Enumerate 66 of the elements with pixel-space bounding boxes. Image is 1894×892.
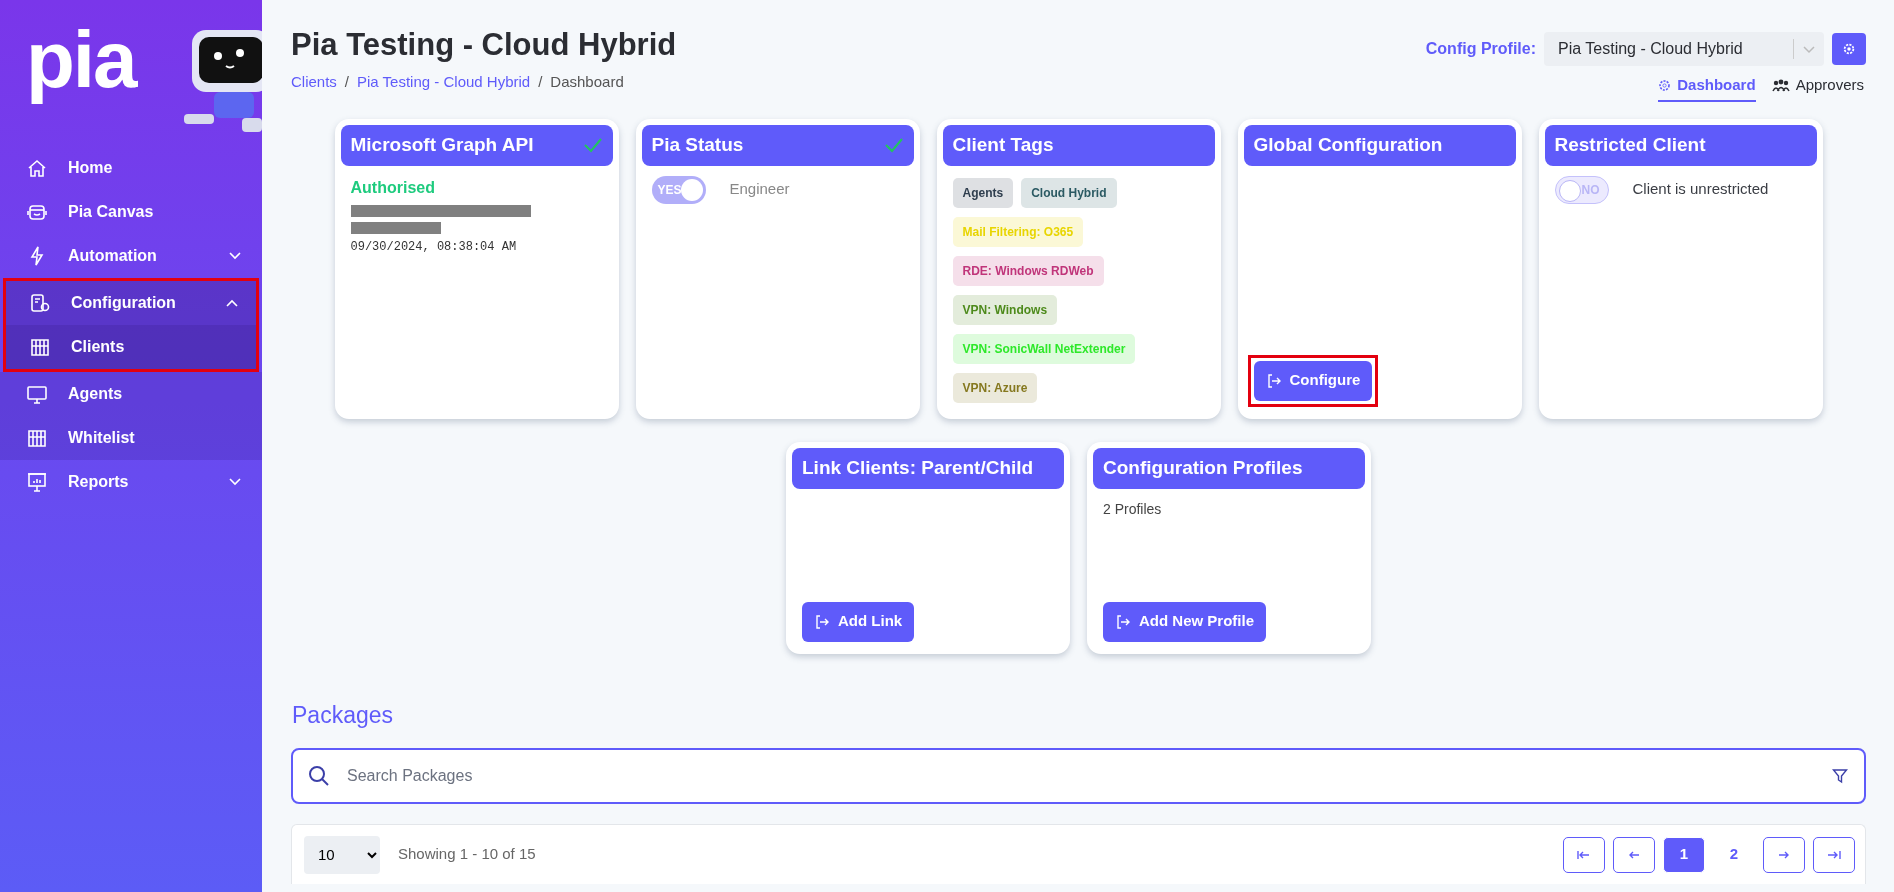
- first-page-icon: [1577, 848, 1591, 861]
- view-tab[interactable]: Dashboard: [1658, 74, 1756, 102]
- sidebar-item[interactable]: Configuration: [6, 281, 256, 325]
- section-title: Packages: [292, 700, 394, 730]
- card-title: Link Clients: Parent/Child: [802, 455, 1034, 480]
- sidebar-item[interactable]: Automation: [0, 234, 262, 278]
- awning-icon: [26, 427, 48, 449]
- sidebar-item[interactable]: Whitelist: [0, 416, 262, 460]
- action-button[interactable]: Add Link: [802, 601, 915, 642]
- breadcrumb-current: Dashboard: [550, 72, 624, 93]
- sidebar-item[interactable]: Home: [0, 146, 262, 190]
- action-button[interactable]: Add New Profile: [1103, 601, 1266, 642]
- home-icon: [26, 157, 48, 179]
- breadcrumb-link[interactable]: Pia Testing - Cloud Hybrid: [357, 71, 531, 94]
- arrow-into-bracket-icon: [1265, 372, 1282, 389]
- status-text: Authorised: [350, 177, 436, 198]
- search-field[interactable]: Search Packages: [291, 748, 1866, 804]
- document-gear-icon: [29, 292, 51, 314]
- sidebar-item[interactable]: Clients: [6, 325, 256, 369]
- awning-icon: [29, 336, 51, 358]
- view-tab[interactable]: Approvers: [1771, 74, 1864, 102]
- tag: VPN: SonicWall NetExtender: [952, 333, 1136, 364]
- action-button[interactable]: Configure: [1253, 360, 1373, 401]
- timestamp: 09/30/2024, 08:38:04 AM: [350, 238, 518, 256]
- gear-icon: [1842, 42, 1856, 56]
- card-title: Configuration Profiles: [1103, 455, 1303, 480]
- arrow-into-bracket-icon: [814, 613, 830, 630]
- search-icon: [307, 764, 331, 788]
- monitor-icon: [26, 383, 48, 405]
- page-button[interactable]: 1: [1663, 836, 1705, 873]
- sidebar-item[interactable]: Reports: [0, 460, 262, 504]
- tag: VPN: Azure: [952, 372, 1038, 403]
- page-title: Pia Testing - Cloud Hybrid: [291, 26, 677, 64]
- showing-text: Showing 1 - 10 of 15: [398, 844, 536, 865]
- config-profile-select[interactable]: Pia Testing - Cloud Hybrid: [1544, 32, 1824, 66]
- card-text: 2 Profiles: [1103, 499, 1163, 519]
- last-page-icon: [1827, 848, 1841, 861]
- last-page-button[interactable]: [1813, 836, 1855, 873]
- breadcrumb-separator: /: [538, 72, 543, 93]
- page-size-select[interactable]: 10: [304, 835, 380, 874]
- toggle-label: Engineer: [729, 179, 790, 200]
- tag: Mail Filtering: O365: [952, 216, 1084, 247]
- next-page-button[interactable]: [1763, 836, 1805, 873]
- card-title: Restricted Client: [1554, 132, 1706, 157]
- presentation-chart-icon: [26, 471, 48, 493]
- arrow-into-bracket-icon: [1115, 613, 1131, 630]
- card-title: Microsoft Graph API: [350, 132, 534, 157]
- settings-button[interactable]: [1832, 33, 1866, 65]
- tag: Agents: [952, 177, 1014, 208]
- tag: RDE: Windows RDWeb: [952, 255, 1104, 286]
- breadcrumb-separator: /: [344, 72, 350, 93]
- sidebar-item[interactable]: Agents: [0, 372, 262, 416]
- people-icon: [1771, 78, 1790, 92]
- tag: Cloud Hybrid: [1021, 177, 1117, 208]
- toggle-label: Client is unrestricted: [1632, 179, 1769, 200]
- tag: VPN: Windows: [952, 294, 1058, 325]
- sidebar-item[interactable]: Pia Canvas: [0, 190, 262, 234]
- first-page-button[interactable]: [1563, 836, 1605, 873]
- breadcrumb-link[interactable]: Clients: [291, 71, 337, 94]
- previous-page-button[interactable]: [1613, 836, 1655, 873]
- gear-icon: [1658, 78, 1672, 92]
- filter-icon[interactable]: [1832, 768, 1848, 784]
- card-title: Client Tags: [952, 132, 1054, 157]
- config-profile-label: Config Profile:: [1425, 39, 1536, 59]
- card-title: Global Configuration: [1253, 132, 1443, 157]
- card-title: Pia Status: [651, 132, 744, 157]
